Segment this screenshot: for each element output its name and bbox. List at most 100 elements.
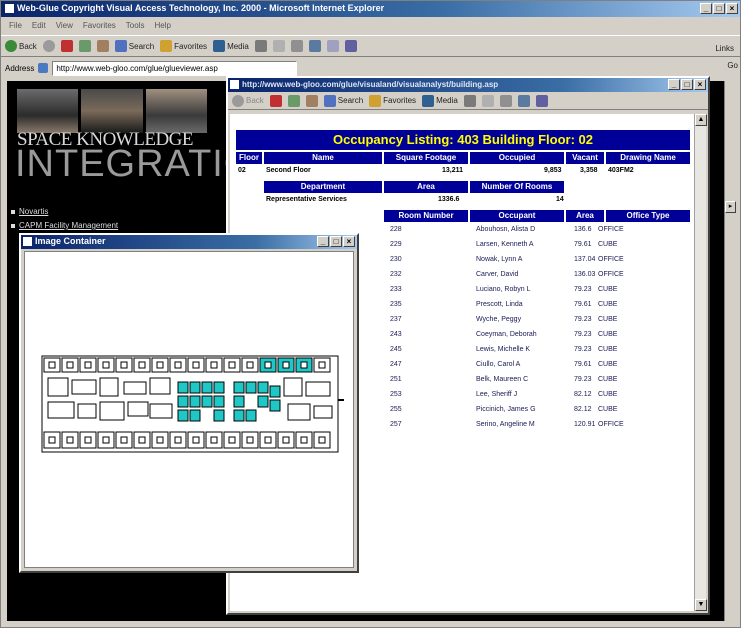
menu-tools[interactable]: Tools — [126, 21, 145, 31]
room-number[interactable]: 237 — [390, 315, 402, 325]
search-button[interactable]: Search — [114, 40, 154, 52]
room-number[interactable]: 247 — [390, 360, 402, 370]
header-floor: Floor — [236, 152, 262, 164]
messenger-button[interactable] — [344, 40, 357, 52]
occupant-name: Prescott, Linda — [476, 301, 523, 308]
room-number[interactable]: 257 — [390, 420, 402, 430]
favorites-button[interactable]: Favorites — [369, 94, 416, 107]
menu-help[interactable]: Help — [154, 21, 170, 31]
occupant-name: Belk, Maureen C — [476, 376, 529, 383]
desk — [120, 436, 128, 444]
room-area: 79.61 — [574, 361, 592, 368]
maximize-button[interactable]: □ — [681, 79, 693, 90]
edit-icon — [517, 94, 530, 107]
edit-button[interactable] — [517, 94, 530, 107]
room-outline — [283, 377, 303, 397]
menu-view[interactable]: View — [56, 21, 73, 31]
room-number[interactable]: 230 — [390, 255, 402, 265]
back-arrow-icon — [232, 94, 244, 107]
back-button[interactable]: Back — [232, 94, 264, 107]
print-button[interactable] — [290, 40, 303, 52]
nav-item-facility[interactable]: CAPM Facility Management — [11, 221, 118, 230]
media-button[interactable]: Media — [422, 94, 458, 107]
room-area: 79.61 — [574, 301, 592, 308]
edit-button[interactable] — [308, 40, 321, 52]
print-button[interactable] — [499, 94, 512, 107]
room-area: 79.23 — [574, 316, 592, 323]
menu-edit[interactable]: Edit — [32, 21, 46, 31]
favorites-button[interactable]: Favorites — [160, 40, 207, 52]
cube — [201, 395, 213, 408]
banner-photos — [17, 89, 207, 133]
room-number[interactable]: 243 — [390, 330, 402, 340]
close-button[interactable]: × — [343, 236, 355, 247]
desk — [48, 361, 56, 369]
scroll-thumb[interactable]: ▸ — [725, 201, 736, 213]
discuss-icon — [326, 40, 339, 52]
close-button[interactable]: × — [694, 79, 706, 90]
maximize-button[interactable]: □ — [713, 3, 725, 14]
room-area: 79.61 — [574, 241, 592, 248]
room-outline — [99, 377, 119, 397]
room-number[interactable]: 232 — [390, 270, 402, 280]
occupant-name: Abouhosn, Alista D — [476, 226, 536, 233]
search-button[interactable]: Search — [323, 94, 363, 107]
refresh-button[interactable] — [287, 94, 300, 107]
messenger-button[interactable] — [535, 94, 548, 107]
refresh-button[interactable] — [78, 40, 91, 52]
home-button[interactable] — [96, 40, 109, 52]
home-icon — [305, 94, 318, 107]
desk — [264, 436, 272, 444]
media-button[interactable]: Media — [213, 40, 249, 52]
office-type: OFFICE — [598, 226, 624, 233]
cube — [233, 409, 245, 422]
close-button[interactable]: × — [726, 3, 738, 14]
header-department: Department — [264, 181, 382, 193]
back-button[interactable]: Back — [5, 40, 37, 52]
go-button[interactable]: Go — [727, 61, 738, 70]
room-number[interactable]: 251 — [390, 375, 402, 385]
header-room-number: Room Number — [384, 210, 468, 222]
room-number[interactable]: 229 — [390, 240, 402, 250]
scroll-down-arrow-icon[interactable]: ▼ — [695, 599, 707, 611]
minimize-button[interactable]: _ — [317, 236, 329, 247]
minimize-button[interactable]: _ — [700, 3, 712, 14]
room-number[interactable]: 235 — [390, 300, 402, 310]
room-outline — [71, 379, 97, 395]
stop-button[interactable] — [269, 94, 282, 107]
minimize-button[interactable]: _ — [668, 79, 680, 90]
scroll-up-arrow-icon[interactable]: ▲ — [695, 114, 707, 126]
outer-scrollbar[interactable]: ▸ — [724, 81, 736, 621]
room-area: 136.6 — [574, 226, 592, 233]
occupancy-toolbar: Back Search Favorites Media — [228, 92, 708, 110]
floor-plan-drawing[interactable] — [38, 352, 346, 456]
media-icon — [213, 40, 226, 52]
occupant-name: Larsen, Kenneth A — [476, 241, 534, 248]
address-input[interactable]: http://www.web-gloo.com/glue/glueviewer.… — [52, 60, 298, 76]
links-label[interactable]: Links — [715, 44, 734, 53]
history-button[interactable] — [463, 94, 476, 107]
maximize-button[interactable]: □ — [330, 236, 342, 247]
room-number[interactable]: 253 — [390, 390, 402, 400]
occupant-name: Luciano, Robyn L — [476, 286, 531, 293]
menu-favorites[interactable]: Favorites — [83, 21, 116, 31]
site-nav: Novartis CAPM Facility Management — [11, 207, 118, 235]
office-type: CUBE — [598, 286, 618, 293]
nav-item-novartis[interactable]: Novartis — [11, 207, 118, 216]
room-number[interactable]: 233 — [390, 285, 402, 295]
history-icon — [463, 94, 476, 107]
stop-button[interactable] — [60, 40, 73, 52]
discuss-button[interactable] — [326, 40, 339, 52]
room-number[interactable]: 228 — [390, 225, 402, 235]
ie-title: Web-Glue Copyright Visual Access Technol… — [17, 3, 385, 13]
forward-button[interactable] — [42, 40, 55, 52]
history-button[interactable] — [254, 40, 267, 52]
room-number[interactable]: 245 — [390, 345, 402, 355]
home-button[interactable] — [305, 94, 318, 107]
room-number[interactable]: 255 — [390, 405, 402, 415]
occupancy-scrollbar[interactable]: ▲ ▼ — [694, 114, 707, 611]
mail-button[interactable] — [481, 94, 494, 107]
menu-file[interactable]: File — [9, 21, 22, 31]
mail-button[interactable] — [272, 40, 285, 52]
office-type: CUBE — [598, 241, 618, 248]
